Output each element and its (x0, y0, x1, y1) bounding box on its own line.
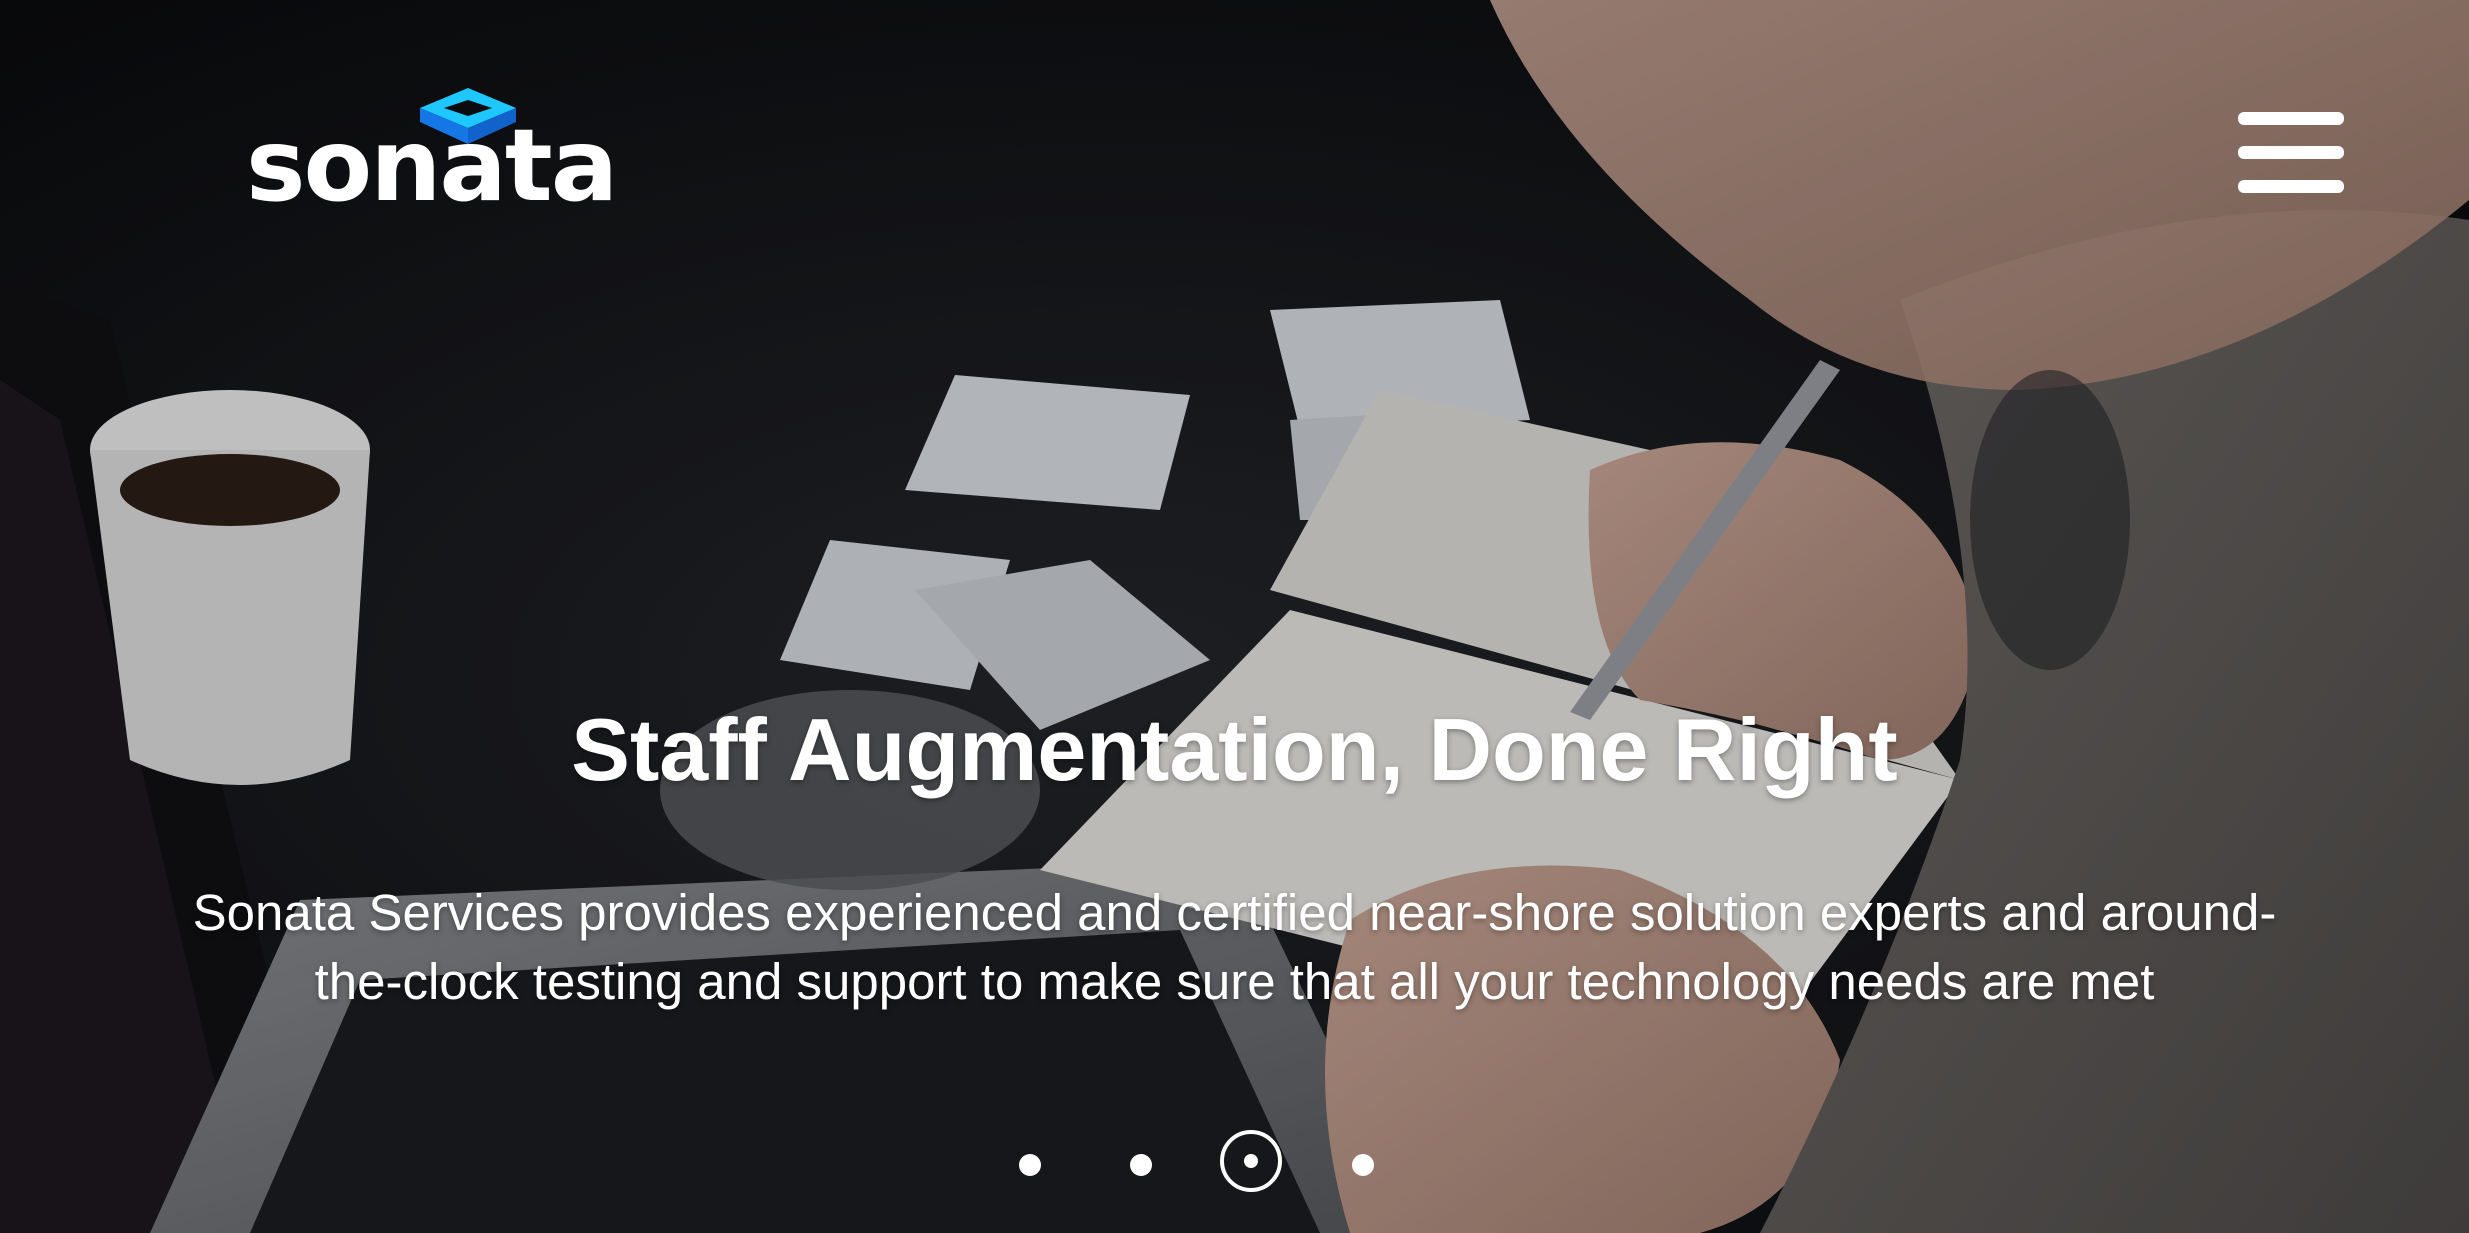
menu-bar-bottom (2238, 180, 2344, 193)
carousel-dot-1[interactable] (1019, 1154, 1041, 1176)
menu-bar-middle (2238, 146, 2344, 159)
hamburger-menu-icon[interactable] (2238, 110, 2346, 196)
hero-headline: Staff Augmentation, Done Right (571, 700, 1898, 799)
carousel-dot-4[interactable] (1352, 1154, 1374, 1176)
hero-banner: sonata Staff Augmentation, Done Right So… (0, 0, 2469, 1233)
carousel-pagination (0, 1130, 2469, 1200)
carousel-dot-3-active[interactable] (1220, 1130, 1282, 1192)
sonata-logo[interactable]: sonata (246, 86, 618, 216)
hero-subtext: Sonata Services provides experienced and… (192, 884, 2277, 1010)
menu-bar-top (2238, 112, 2344, 125)
carousel-dot-2[interactable] (1130, 1154, 1152, 1176)
logo-wordmark: sonata (246, 107, 618, 224)
